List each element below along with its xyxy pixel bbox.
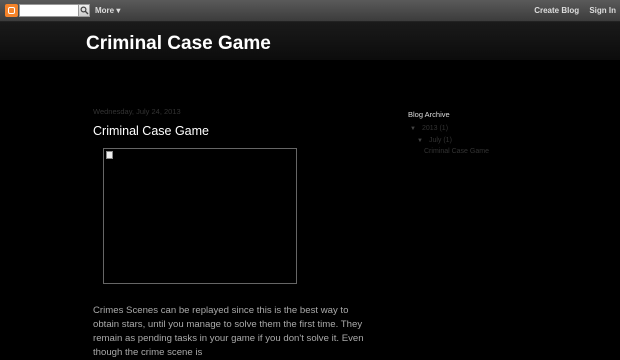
- broken-image-icon: [106, 151, 113, 159]
- post-body: Crimes Scenes can be replayed since this…: [93, 305, 364, 358]
- blog-archive-title: Blog Archive: [408, 110, 450, 119]
- archive-post-link[interactable]: Criminal Case Game: [424, 148, 489, 155]
- search-icon: [80, 6, 89, 15]
- post-image: [103, 148, 297, 284]
- blogger-logo-icon[interactable]: [5, 4, 18, 17]
- create-blog-link[interactable]: Create Blog: [534, 6, 579, 15]
- expand-triangle-icon[interactable]: ▼: [410, 126, 416, 132]
- post-date: Wednesday, July 24, 2013: [93, 107, 181, 116]
- archive-month-item[interactable]: ▼ July (1): [417, 137, 452, 144]
- more-menu[interactable]: More ▾: [95, 6, 120, 15]
- sign-in-link[interactable]: Sign In: [589, 6, 616, 15]
- archive-year-label[interactable]: 2013 (1): [422, 125, 448, 132]
- blogger-navbar: More ▾ Create Blog Sign In: [0, 0, 620, 22]
- search-button[interactable]: [78, 4, 90, 17]
- archive-month-label[interactable]: July (1): [429, 137, 452, 144]
- expand-triangle-icon[interactable]: ▼: [417, 138, 423, 144]
- blog-title[interactable]: Criminal Case Game: [86, 33, 271, 55]
- post-title[interactable]: Criminal Case Game: [93, 124, 209, 138]
- archive-year-item[interactable]: ▼ 2013 (1): [410, 125, 448, 132]
